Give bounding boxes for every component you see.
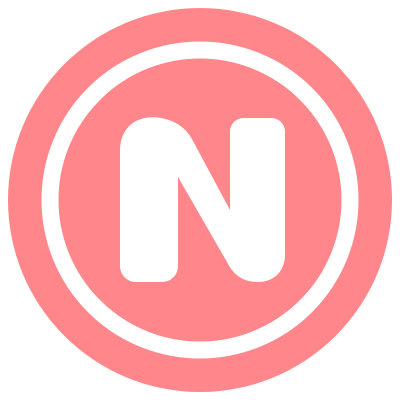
n-monogram-icon	[8, 8, 392, 392]
app-icon	[0, 0, 400, 400]
